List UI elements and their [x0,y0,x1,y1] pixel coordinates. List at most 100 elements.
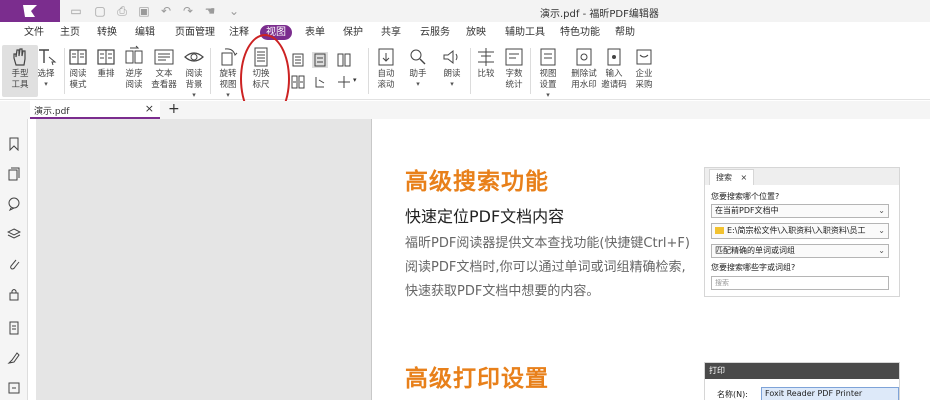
facing-pages-icon[interactable] [336,52,352,68]
save-icon[interactable]: ▣ [136,3,152,19]
search-where-label: 您要搜索哪个位置? [711,192,780,201]
watermark-icon [576,48,592,66]
word-count-button[interactable]: 字数 统计 [496,45,532,91]
logo-icon[interactable] [0,0,60,22]
close-icon: × [740,173,748,182]
chevron-down-icon: ▾ [416,80,420,88]
continuous-facing-icon[interactable] [290,74,306,90]
menu-page-manage[interactable]: 页面管理 [175,25,215,40]
reverse-pages-icon [125,45,143,64]
chevron-down-icon: ⌄ [878,246,885,255]
invite-icon [607,48,621,66]
title-bar: ▭ ▢ ⎙ ▣ ↶ ↷ ☚ ⌄ 演示.pdf - 福昕PDF编辑器 [0,0,930,22]
search-input-screenshot: 搜索 [711,276,889,290]
section-title-print: 高级打印设置 [405,366,549,392]
document-tab[interactable]: 演示.pdf × [30,101,160,119]
pages-icon[interactable] [7,167,21,181]
chevron-down-icon: ▾ [546,91,550,99]
continuous-page-icon[interactable] [312,52,328,68]
menu-features[interactable]: 特色功能 [560,25,600,40]
layers-icon[interactable] [7,227,21,241]
select-text-icon [39,49,57,66]
word-count-icon [505,48,523,66]
assistant-button[interactable]: 助手 ▾ [400,45,436,88]
compare-icon [478,48,494,66]
chevron-down-icon[interactable]: ▾ [353,76,357,84]
bookmark-icon[interactable] [7,137,21,151]
menu-home[interactable]: 主页 [60,25,80,40]
menu-file[interactable]: 文件 [24,25,44,40]
menu-form[interactable]: 表单 [305,25,325,40]
pdf-page: 高级搜索功能 快速定位PDF文档内容 福昕PDF阅读器提供文本查找功能(快捷键C… [371,119,930,400]
destinations-icon[interactable] [7,381,21,395]
document-tab-label: 演示.pdf [34,107,70,117]
chevron-down-icon: ⌄ [878,226,885,235]
new-tab-button[interactable]: + [168,101,180,117]
section-paragraph: 福昕PDF阅读器提供文本查找功能(快捷键Ctrl+F) 阅读PDF文档时,你可以… [405,236,690,299]
new-doc-icon[interactable]: ▢ [92,3,108,19]
search-where-select: 在当前PDF文档中 ⌄ [711,204,889,218]
print-dialog-screenshot: 打印 名称(N): Foxit Reader PDF Printer [704,362,900,400]
close-icon[interactable]: × [145,102,154,115]
chevron-down-icon: ▾ [450,80,454,88]
search-what-label: 您要搜索哪些字或词组? [711,263,796,272]
ribbon-toolbar: 手型 工具 选择 ▾ 阅读 模式 重排 逆序 阅读 文本 查看器 阅读 背景 ▾… [0,42,930,100]
folder-icon [715,227,724,234]
menu-slideshow[interactable]: 放映 [466,25,486,40]
auto-scroll-button[interactable]: 自动 滚动 [368,45,404,91]
chevron-down-icon: ▾ [192,91,196,99]
search-path-select: E:\简宗松文件\入职资料\入职资料\员工 ⌄ [711,223,889,239]
printer-select: Foxit Reader PDF Printer [761,387,899,400]
printer-name-label: 名称(N): [717,390,748,399]
window-title: 演示.pdf - 福昕PDF编辑器 [540,9,659,20]
speaker-icon [443,49,458,65]
read-background-button[interactable]: 阅读 背景 ▾ [176,45,212,99]
book-icon [69,49,87,65]
menu-comment[interactable]: 注释 [229,25,249,40]
menu-help[interactable]: 帮助 [615,25,635,40]
left-navigation-panel [0,119,28,400]
menu-accessibility[interactable]: 辅助工具 [505,25,545,40]
menu-convert[interactable]: 转换 [97,25,117,40]
chevron-down-icon: ⌄ [878,206,885,215]
section-subtitle-search: 快速定位PDF文档内容 [405,207,565,226]
hand-icon[interactable]: ☚ [202,3,218,19]
menu-share[interactable]: 共享 [381,25,401,40]
search-match-select: 匹配精确的单词或词组 ⌄ [711,244,889,258]
document-workspace-background [36,119,371,400]
search-tab: 搜索 × [709,169,755,185]
search-panel-screenshot: 搜索 × 您要搜索哪个位置? 在当前PDF文档中 ⌄ E:\简宗松文件\入职资料\… [704,167,900,297]
single-page-icon[interactable] [290,52,306,68]
open-folder-icon[interactable]: ▭ [68,3,84,19]
text-viewer-icon [154,49,174,65]
signature-icon[interactable] [7,351,21,365]
redo-icon[interactable]: ↷ [180,3,196,19]
undo-icon[interactable]: ↶ [158,3,174,19]
document-tabbar: 演示.pdf × + [0,101,930,119]
cart-icon [636,49,652,65]
split-view-icon[interactable] [336,74,352,90]
print-dialog-title: 打印 [705,363,899,379]
menu-protect[interactable]: 保护 [343,25,363,40]
eye-icon [184,52,204,62]
cover-page-icon[interactable] [312,74,328,90]
rotate-icon [221,48,238,66]
menu-edit[interactable]: 编辑 [135,25,155,40]
select-button[interactable]: 选择 ▾ [28,45,64,88]
attachment-icon[interactable] [7,257,21,271]
menu-bar: 文件 主页 转换 编辑 页面管理 注释 视图 表单 保护 共享 云服务 放映 辅… [0,22,930,42]
enterprise-button[interactable]: 企业 采购 [626,45,662,91]
print-icon[interactable]: ⎙ [114,3,130,19]
auto-scroll-icon [378,48,394,66]
view-settings-icon [540,48,556,66]
menu-cloud[interactable]: 云服务 [420,25,450,40]
comment-icon[interactable] [7,197,21,211]
read-aloud-button[interactable]: 朗读 ▾ [434,45,470,88]
view-settings-button[interactable]: 视图 设置 ▾ [530,45,566,99]
content-icon[interactable] [7,321,21,335]
reflow-icon [97,49,115,65]
chevron-down-icon: ▾ [44,80,48,88]
dropdown-icon[interactable]: ⌄ [226,3,242,19]
lock-icon[interactable] [7,287,21,301]
section-title-search: 高级搜索功能 [405,169,549,195]
